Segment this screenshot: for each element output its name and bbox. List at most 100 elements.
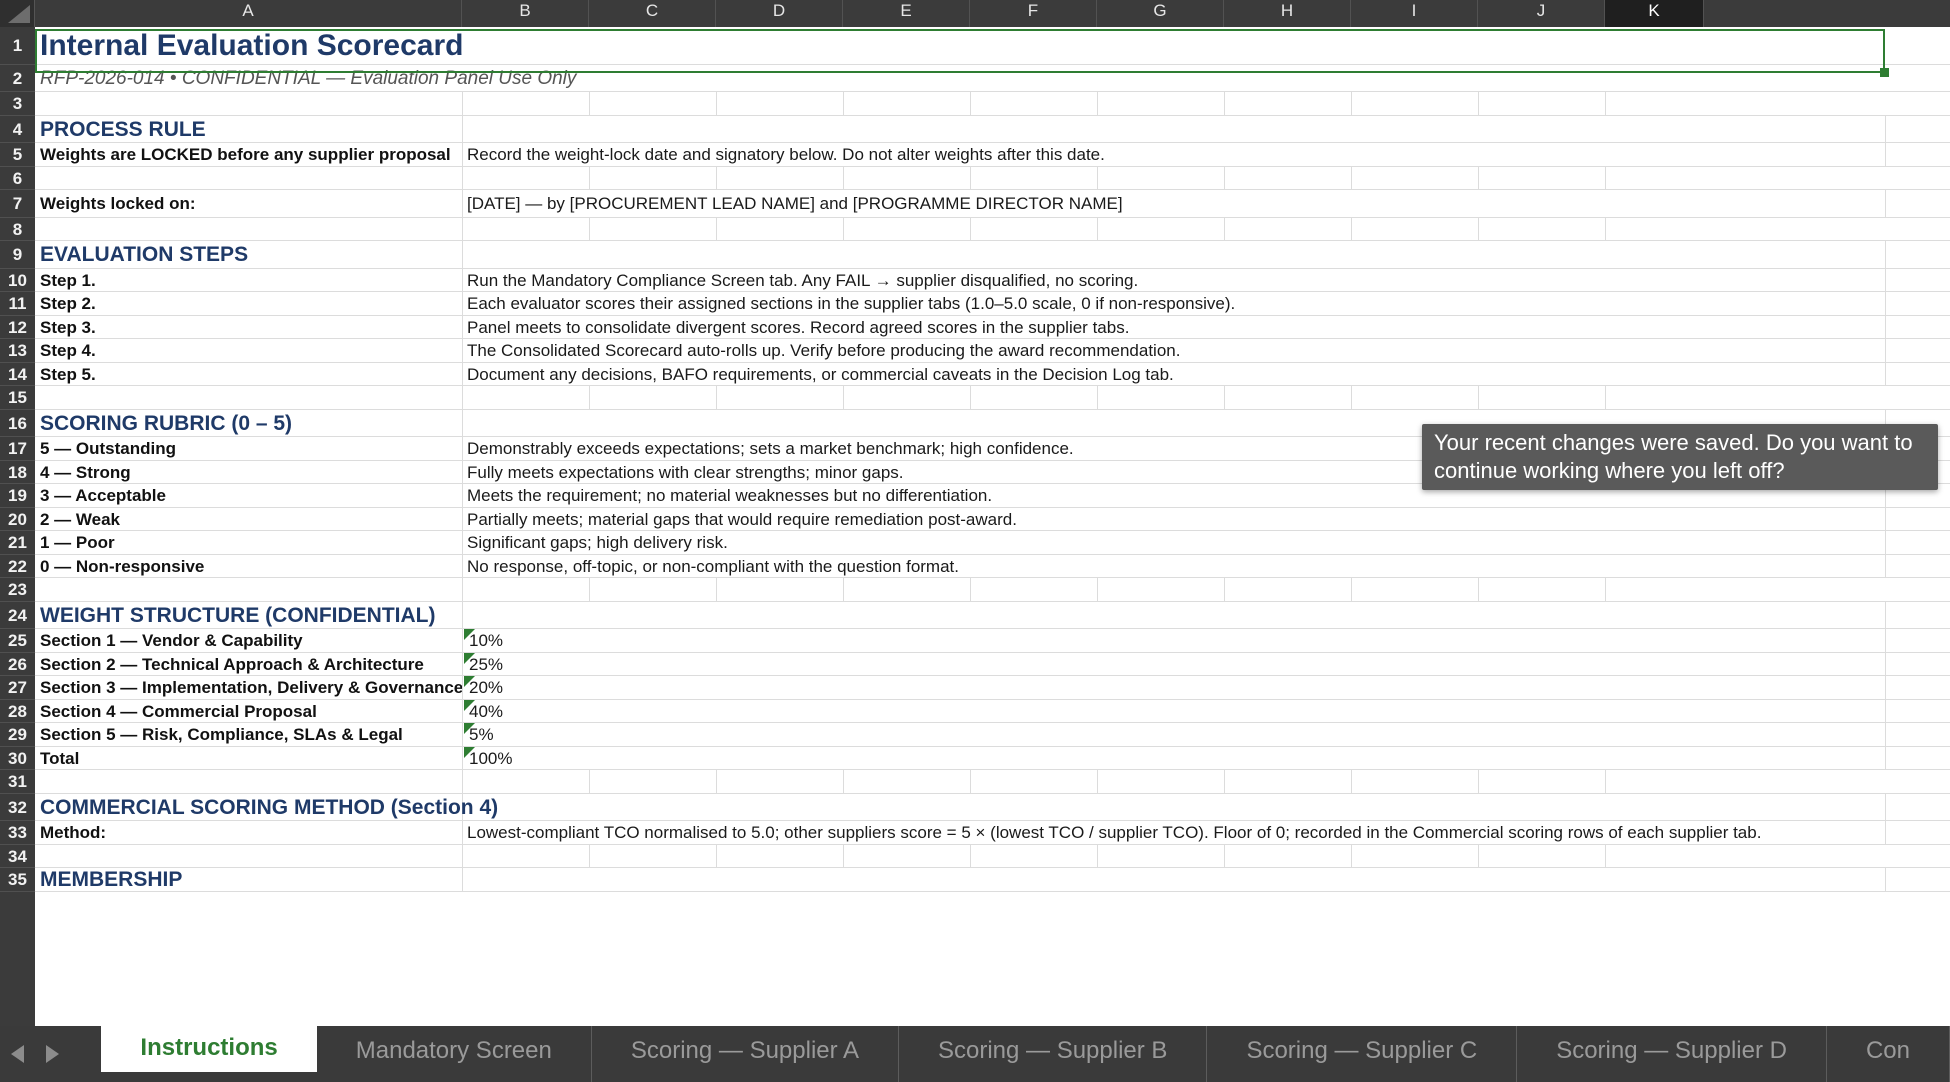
sheet-tab[interactable]: Scoring — Supplier C bbox=[1207, 1026, 1518, 1082]
column-header-d[interactable]: D bbox=[716, 0, 843, 27]
grid-line bbox=[1885, 601, 1886, 628]
weights-locked-value: [DATE] — by [PROCUREMENT LEAD NAME] and … bbox=[467, 194, 1123, 213]
grid-line bbox=[1885, 190, 1886, 217]
prev-sheet-button[interactable] bbox=[0, 1026, 35, 1082]
row-header-12[interactable]: 12 bbox=[0, 316, 35, 339]
sheet-tab[interactable]: Scoring — Supplier B bbox=[899, 1026, 1208, 1082]
row-header-16[interactable]: 16 bbox=[0, 410, 35, 437]
column-header-c[interactable]: C bbox=[589, 0, 716, 27]
row-header-31[interactable]: 31 bbox=[0, 770, 35, 794]
row-header-29[interactable]: 29 bbox=[0, 723, 35, 747]
sheet-tab[interactable]: Con bbox=[1827, 1026, 1950, 1082]
grid-line bbox=[1885, 699, 1886, 722]
grid-line bbox=[589, 578, 590, 601]
process-rule-label: Weights are LOCKED before any supplier p… bbox=[40, 145, 451, 164]
row-header-8[interactable]: 8 bbox=[0, 218, 35, 241]
cell-grid[interactable]: Internal Evaluation Scorecard RFP-2026-01… bbox=[35, 27, 1950, 1026]
row-header-26[interactable]: 26 bbox=[0, 653, 35, 676]
column-header-e[interactable]: E bbox=[843, 0, 970, 27]
row-header-27[interactable]: 27 bbox=[0, 676, 35, 700]
grid-line bbox=[589, 770, 590, 793]
row-header-20[interactable]: 20 bbox=[0, 508, 35, 531]
sheet-row: EVALUATION STEPS bbox=[35, 241, 1950, 269]
grid-line bbox=[462, 723, 463, 746]
row-header-18[interactable]: 18 bbox=[0, 461, 35, 484]
rubric-label: 5 — Outstanding bbox=[40, 439, 176, 458]
row-header-21[interactable]: 21 bbox=[0, 531, 35, 555]
row-header-17[interactable]: 17 bbox=[0, 437, 35, 461]
row-header-34[interactable]: 34 bbox=[0, 845, 35, 868]
restore-session-tooltip[interactable]: Your recent changes were saved. Do you w… bbox=[1422, 424, 1938, 490]
sheet-row: Internal Evaluation Scorecard bbox=[35, 27, 1950, 65]
column-header-k[interactable]: K bbox=[1605, 0, 1704, 27]
weight-value: 25% bbox=[469, 654, 504, 674]
row-header-6[interactable]: 6 bbox=[0, 167, 35, 190]
grid-line bbox=[1885, 115, 1886, 142]
column-header-j[interactable]: J bbox=[1478, 0, 1605, 27]
row-header-23[interactable]: 23 bbox=[0, 578, 35, 602]
grid-line bbox=[1885, 723, 1886, 746]
tooltip-text: Your recent changes were saved. Do you w… bbox=[1434, 430, 1913, 483]
rubric-label: 0 — Non-responsive bbox=[40, 556, 205, 576]
rubric-label: 4 — Strong bbox=[40, 462, 131, 482]
row-header-3[interactable]: 3 bbox=[0, 92, 35, 116]
next-sheet-button[interactable] bbox=[35, 1026, 70, 1082]
row-header-11[interactable]: 11 bbox=[0, 292, 35, 316]
grid-line bbox=[1478, 386, 1479, 409]
grid-line bbox=[1351, 578, 1352, 601]
sheet-row: 0 — Non-responsive No response, off-topic… bbox=[35, 554, 1950, 578]
grid-line bbox=[462, 460, 463, 483]
row-header-28[interactable]: 28 bbox=[0, 700, 35, 723]
sheet-tab-bar: Instructions Mandatory Screen Scoring — Su… bbox=[0, 1026, 1950, 1082]
row-header-2[interactable]: 2 bbox=[0, 65, 35, 92]
grid-line bbox=[716, 386, 717, 409]
row-header-1[interactable]: 1 bbox=[0, 27, 35, 65]
column-header-b[interactable]: B bbox=[462, 0, 589, 27]
grid-line bbox=[589, 166, 590, 189]
select-all-corner[interactable] bbox=[0, 0, 35, 27]
column-header-f[interactable]: F bbox=[970, 0, 1097, 27]
row-header-32[interactable]: 32 bbox=[0, 794, 35, 821]
column-header-i[interactable]: I bbox=[1351, 0, 1478, 27]
sheet-tab[interactable]: Mandatory Screen bbox=[317, 1026, 592, 1082]
step-text: The Consolidated Scorecard auto-rolls up… bbox=[467, 341, 1181, 360]
grid-line bbox=[462, 409, 463, 436]
weight-label: Total bbox=[40, 748, 80, 768]
row-header-10[interactable]: 10 bbox=[0, 269, 35, 292]
row-header-24[interactable]: 24 bbox=[0, 602, 35, 629]
row-header-33[interactable]: 33 bbox=[0, 821, 35, 845]
row-header-5[interactable]: 5 bbox=[0, 143, 35, 167]
row-header-9[interactable]: 9 bbox=[0, 241, 35, 269]
grid-line bbox=[1885, 629, 1886, 652]
row-header-19[interactable]: 19 bbox=[0, 484, 35, 508]
sheet-tab[interactable]: Scoring — Supplier A bbox=[592, 1026, 899, 1082]
sheet-row: Total 100% bbox=[35, 746, 1950, 770]
sheet-row bbox=[35, 166, 1950, 190]
grid-line bbox=[462, 601, 463, 628]
row-header-7[interactable]: 7 bbox=[0, 190, 35, 218]
grid-line bbox=[462, 190, 463, 217]
grid-line bbox=[1097, 92, 1098, 115]
row-header-4[interactable]: 4 bbox=[0, 116, 35, 143]
fill-handle[interactable] bbox=[1880, 68, 1889, 77]
grid-line bbox=[1224, 386, 1225, 409]
grid-line bbox=[1885, 868, 1886, 891]
row-header-14[interactable]: 14 bbox=[0, 363, 35, 386]
row-header-25[interactable]: 25 bbox=[0, 629, 35, 653]
grid-line bbox=[1097, 844, 1098, 867]
column-header-a[interactable]: A bbox=[35, 0, 462, 27]
grid-line bbox=[716, 92, 717, 115]
grid-line bbox=[1351, 386, 1352, 409]
row-header-30[interactable]: 30 bbox=[0, 747, 35, 770]
sheet-tab[interactable]: Scoring — Supplier D bbox=[1517, 1026, 1827, 1082]
row-header-13[interactable]: 13 bbox=[0, 339, 35, 363]
row-header-22[interactable]: 22 bbox=[0, 555, 35, 578]
sheet-row bbox=[35, 844, 1950, 868]
sheet-row: WEIGHT STRUCTURE (CONFIDENTIAL) bbox=[35, 601, 1950, 629]
row-header-35[interactable]: 35 bbox=[0, 868, 35, 892]
column-header-g[interactable]: G bbox=[1097, 0, 1224, 27]
column-header-h[interactable]: H bbox=[1224, 0, 1351, 27]
sheet-tab[interactable]: Instructions bbox=[101, 1026, 317, 1072]
row-header-15[interactable]: 15 bbox=[0, 386, 35, 410]
sheet-tabs: Instructions Mandatory Screen Scoring — Su… bbox=[101, 1026, 1950, 1082]
